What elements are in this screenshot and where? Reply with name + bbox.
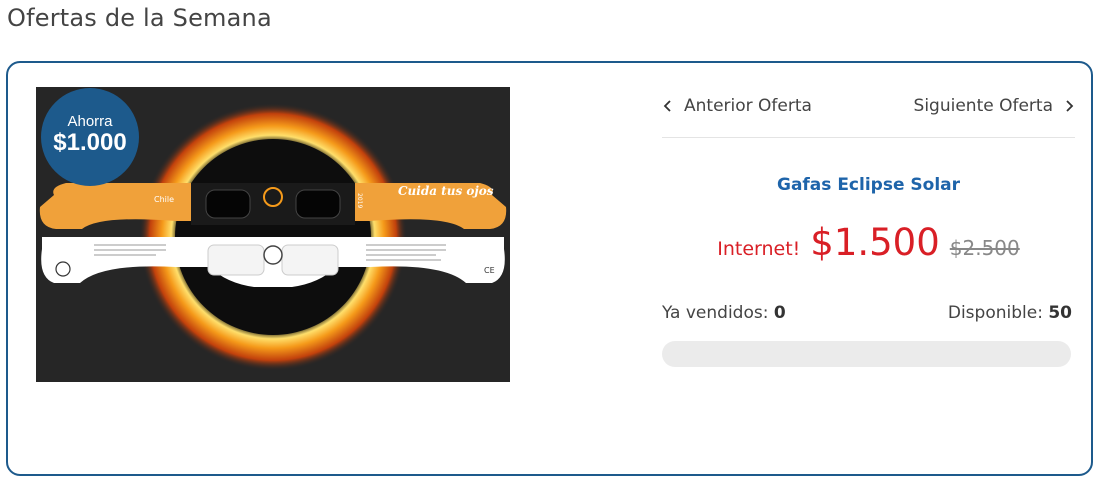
available-value: 50 [1048, 303, 1072, 323]
savings-label: Ahorra [67, 113, 113, 130]
chevron-right-icon [1066, 100, 1074, 112]
next-offer-label: Siguiente Oferta [913, 96, 1053, 116]
available-stat: Disponible: 50 [948, 303, 1072, 323]
sales-progress-bar [662, 341, 1071, 367]
previous-offer-label: Anterior Oferta [684, 96, 812, 116]
price-row: Internet! $1.500 $2.500 [662, 221, 1075, 264]
offer-navigation: Anterior Oferta Siguiente Oferta [662, 96, 1075, 138]
previous-price: $2.500 [949, 236, 1020, 260]
glasses-year-text: 2019 [356, 193, 363, 208]
next-offer-link[interactable]: Siguiente Oferta [914, 96, 1075, 116]
available-label: Disponible: [947, 303, 1049, 323]
ce-mark-text: CE [484, 266, 495, 275]
offer-card: Chile Cuida tus ojos 2019 CE Ahorra $1.0… [6, 61, 1093, 476]
savings-amount: $1.000 [53, 129, 127, 156]
savings-badge: Ahorra $1.000 [41, 88, 139, 186]
price-channel-label: Internet! [717, 238, 801, 260]
sold-stat: Ya vendidos: 0 [662, 303, 786, 323]
sold-value: 0 [773, 303, 786, 323]
glasses-brand-text: Chile [154, 195, 174, 204]
chevron-left-icon [663, 100, 671, 112]
product-name-link[interactable]: Gafas Eclipse Solar [662, 175, 1075, 195]
sold-label: Ya vendidos: [662, 303, 774, 323]
glasses-slogan-text: Cuida tus ojos [398, 184, 494, 198]
stock-stats: Ya vendidos: 0 Disponible: 50 [662, 303, 1072, 323]
section-title: Ofertas de la Semana [7, 4, 272, 32]
previous-offer-link[interactable]: Anterior Oferta [662, 96, 812, 116]
current-price: $1.500 [810, 221, 940, 264]
